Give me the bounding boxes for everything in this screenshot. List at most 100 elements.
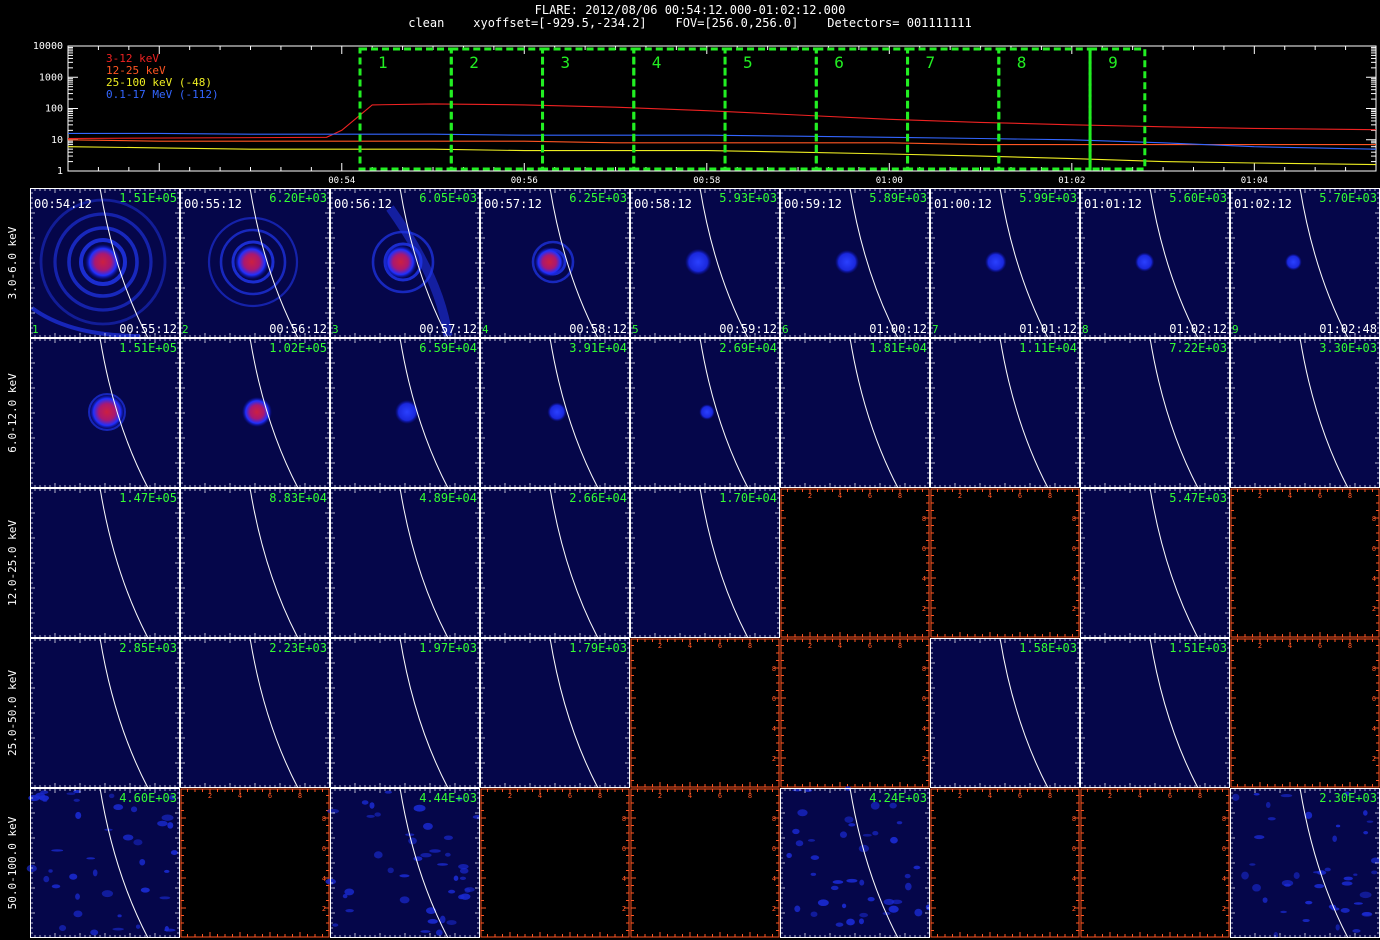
image-panel: 2.69E+04 (630, 337, 780, 489)
axis-tick-label: 6 (772, 695, 776, 703)
y-tick-label: 100 (45, 104, 63, 115)
empty-panel-bg (1230, 488, 1380, 638)
interval-number: 5 (632, 323, 639, 336)
image-panel: 22446688 (630, 788, 780, 938)
axis-tick-label: 4 (1288, 492, 1292, 500)
noise-speckle (427, 918, 438, 924)
noise-speckle (453, 875, 459, 881)
noise-speckle (92, 869, 98, 877)
empty-panel-bg (630, 788, 780, 938)
noise-speckle (39, 795, 50, 801)
noise-speckle (374, 812, 381, 817)
x-tick-label: 00:56 (511, 176, 538, 186)
peak-value: 5.60E+03 (1169, 191, 1227, 205)
image-bg (930, 338, 1080, 488)
empty-panel-bg (930, 488, 1080, 638)
image-panel: 5.60E+03 01:01:12 01:02:12 8 (1080, 187, 1230, 339)
noise-speckle (122, 834, 134, 841)
axis-tick-label: 6 (868, 492, 872, 500)
axis-tick-label: 4 (772, 875, 776, 883)
axis-tick-label: 4 (1372, 575, 1376, 583)
peak-value: 1.51E+05 (119, 341, 177, 355)
axis-tick-label: 6 (1072, 545, 1076, 553)
axis-tick-label: 2 (1372, 605, 1376, 613)
end-time-label: 01:01:12 (1019, 322, 1077, 336)
interval-number: 2 (182, 323, 189, 336)
axis-tick-label: 4 (622, 875, 626, 883)
y-tick-label: 10 (51, 135, 63, 146)
interval-number: 9 (1232, 323, 1239, 336)
axis-tick-label: 2 (1258, 642, 1262, 650)
image-bg (930, 638, 1080, 788)
image-panel: 3.30E+03 (1230, 337, 1380, 489)
axis-tick-label: 2 (1072, 605, 1076, 613)
y-tick-label: 1 (57, 166, 63, 177)
noise-speckle (86, 857, 96, 860)
peak-value: 4.44E+03 (419, 791, 477, 805)
noise-speckle (443, 835, 453, 840)
image-panel: 2.66E+04 (480, 487, 630, 639)
image-panel: 6.05E+03 00:56:12 00:57:12 3 (330, 187, 480, 339)
peak-value: 2.69E+04 (719, 341, 777, 355)
axis-tick-label: 4 (538, 792, 542, 800)
image-panel: 22446688 (180, 788, 330, 938)
peak-value: 1.02E+05 (269, 341, 327, 355)
axis-tick-label: 6 (718, 642, 722, 650)
image-bg (30, 788, 180, 938)
axis-tick-label: 8 (298, 792, 302, 800)
energy-band-label: 12.0-25.0 keV (6, 520, 19, 606)
axis-tick-label: 2 (622, 905, 626, 913)
image-panel: 5.93E+03 00:58:12 00:59:12 5 (630, 187, 780, 339)
noise-speckle (420, 930, 431, 933)
start-time-label: 00:57:12 (484, 197, 542, 211)
axis-tick-label: 2 (958, 492, 962, 500)
interval-number: 4 (482, 323, 489, 336)
peak-value: 2.66E+04 (569, 491, 627, 505)
image-panel: 22446688 (1230, 488, 1380, 638)
noise-speckle (429, 849, 441, 853)
noise-speckle (422, 822, 433, 830)
axis-tick-label: 2 (922, 605, 926, 613)
noise-speckle (448, 889, 456, 894)
axis-tick-label: 6 (622, 845, 626, 853)
peak-value: 6.05E+03 (419, 191, 477, 205)
noise-speckle (161, 814, 174, 821)
noise-speckle (345, 909, 354, 913)
peak-value: 6.25E+03 (569, 191, 627, 205)
noise-speckle (159, 896, 171, 900)
image-bg (480, 638, 630, 788)
image-panel: 22446688 (630, 638, 780, 788)
axis-tick-label: 6 (922, 545, 926, 553)
noise-speckle (164, 869, 170, 873)
peak-value: 5.93E+03 (719, 191, 777, 205)
peak-value: 7.22E+03 (1169, 341, 1227, 355)
image-panel: 1.79E+03 (480, 637, 630, 789)
noise-speckle (459, 876, 467, 881)
peak-value: 3.91E+04 (569, 341, 627, 355)
end-time-label: 01:00:12 (869, 322, 927, 336)
image-panel: 5.99E+03 01:00:12 01:01:12 7 (930, 187, 1080, 339)
axis-tick-label: 4 (688, 792, 692, 800)
axis-tick-label: 8 (922, 665, 926, 673)
peak-value: 3.30E+03 (1319, 341, 1377, 355)
image-bg (1080, 488, 1230, 638)
axis-tick-label: 6 (268, 792, 272, 800)
axis-tick-label: 2 (1372, 755, 1376, 763)
image-bg (330, 788, 480, 938)
figure-canvas: 10000 1000 100 10 1 00:54 00:56 00:58 01:00 01:02… (6, 41, 1380, 939)
noise-speckle (157, 820, 168, 827)
axis-tick-label: 2 (808, 492, 812, 500)
flare-source (383, 245, 418, 279)
axis-tick-label: 2 (772, 905, 776, 913)
interval-label: 4 (652, 53, 662, 72)
image-panel: 6.59E+04 (330, 337, 480, 489)
end-time-label: 00:58:12 (569, 322, 627, 336)
interval-number: 6 (782, 323, 789, 336)
noise-speckle (361, 800, 369, 805)
image-bg (180, 638, 330, 788)
noise-speckle (133, 839, 143, 846)
interval-number: 8 (1082, 323, 1089, 336)
end-time-label: 01:02:48 (1319, 322, 1377, 336)
noise-speckle (164, 926, 169, 932)
end-time-label: 01:02:12 (1169, 322, 1227, 336)
